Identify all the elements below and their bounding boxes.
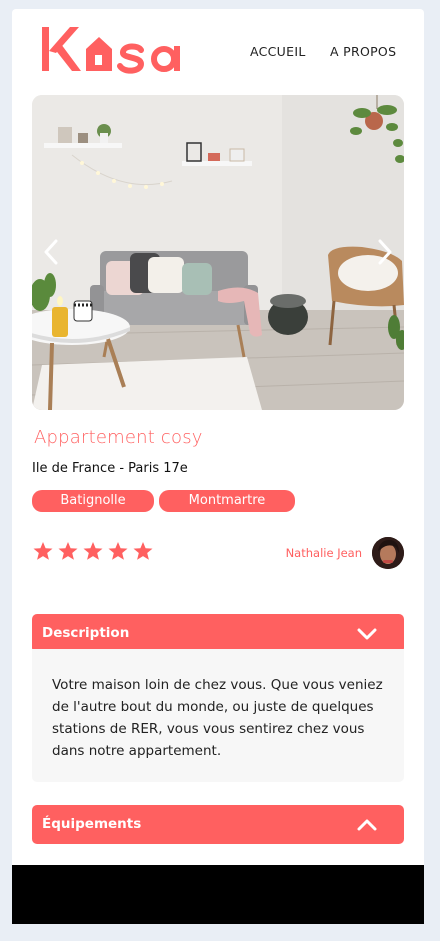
star-filled-icon [58,542,78,560]
chevron-down-icon [357,628,377,640]
tag-item: Montmartre [159,490,295,512]
star-filled-icon [83,542,103,560]
description-text: Votre maison loin de chez vous. Que vous… [52,677,383,759]
listing-location: Ile de France - Paris 17e [32,461,188,476]
description-toggle[interactable]: Description [32,614,404,653]
host-avatar [372,537,404,569]
photo-gallery [32,95,404,410]
chevron-up-icon [357,819,377,831]
description-content: Votre maison loin de chez vous. Que vous… [32,649,404,782]
listing-photo [32,95,404,410]
star-filled-icon [108,542,128,560]
listing-title: Appartement cosy [34,427,203,448]
star-filled-icon [33,542,53,560]
header: ACCUEIL A PROPOS [12,9,424,91]
star-filled-icon [133,542,153,560]
tag-item: Batignolle [32,490,154,512]
footer [12,865,424,924]
kasa-logo[interactable] [40,23,190,75]
page: ACCUEIL A PROPOS Appartement cosy Ile de… [12,9,424,924]
gallery-next-arrow[interactable] [374,237,396,267]
logo-graphic [42,27,180,74]
rating-stars [33,541,158,561]
host-name: Nathalie Jean [285,546,362,560]
gallery-prev-arrow[interactable] [40,237,62,267]
host-photo [372,537,404,569]
equipment-label: Équipements [42,816,142,832]
description-label: Description [42,625,130,641]
equipment-toggle[interactable]: Équipements [32,805,404,844]
nav-home-link[interactable]: ACCUEIL [250,44,306,59]
chevron-left-icon [44,239,58,265]
chevron-right-icon [378,239,392,265]
nav-about-link[interactable]: A PROPOS [330,44,396,59]
